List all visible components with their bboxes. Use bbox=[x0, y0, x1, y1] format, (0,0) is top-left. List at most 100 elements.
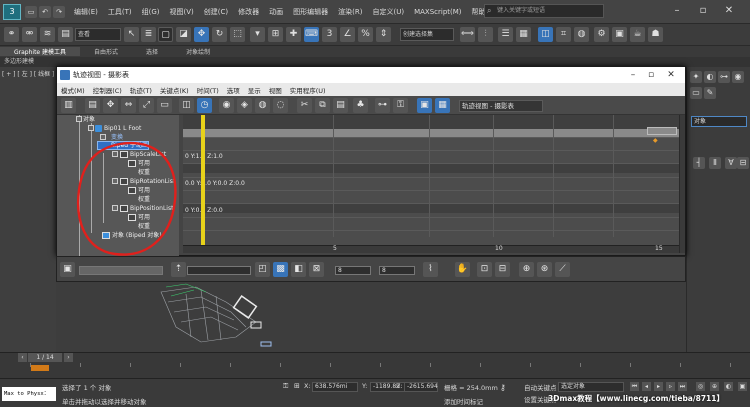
frame-counter[interactable]: 1 / 14 bbox=[28, 353, 62, 362]
link-icon[interactable]: ⚭ bbox=[4, 27, 19, 42]
lock-icon[interactable]: ⚿ bbox=[283, 382, 290, 391]
select-manipulate-icon[interactable]: ✚ bbox=[286, 27, 301, 42]
select-time-icon[interactable]: ◫ bbox=[179, 98, 194, 113]
z-coordinate-field[interactable]: -2615.694 bbox=[404, 382, 438, 392]
render-setup-icon[interactable]: ⚙ bbox=[594, 27, 609, 42]
menu-group[interactable]: 组(G) bbox=[137, 0, 165, 24]
snap-toggle-icon[interactable]: 3 bbox=[322, 27, 337, 42]
tv-menu-options[interactable]: 选项 bbox=[223, 85, 244, 95]
key-time-icon[interactable]: ⇡ bbox=[171, 262, 186, 277]
zoom-time-icon[interactable]: ⊠ bbox=[309, 262, 324, 277]
window-crossing-icon[interactable]: ◪ bbox=[176, 27, 191, 42]
zoom-selected-icon[interactable]: ▣ bbox=[60, 262, 75, 277]
time-slider-cursor[interactable] bbox=[201, 115, 205, 253]
menu-customize[interactable]: 自定义(U) bbox=[367, 0, 409, 24]
value-field-2[interactable]: 8 bbox=[379, 266, 415, 275]
pan-view-icon[interactable]: ◰ bbox=[255, 262, 270, 277]
show-keyable-icon[interactable]: ▣ bbox=[417, 98, 432, 113]
hierarchy-tab-icon[interactable]: ⊶ bbox=[718, 71, 730, 83]
zoom-extents-icon[interactable]: ▩ bbox=[273, 262, 288, 277]
modify-tab-icon[interactable]: ◐ bbox=[704, 71, 716, 83]
tree-objects[interactable]: 对象 bbox=[83, 115, 95, 124]
next-frame-icon[interactable]: › bbox=[64, 353, 73, 362]
percent-snap-icon[interactable]: % bbox=[358, 27, 373, 42]
range-bar[interactable] bbox=[183, 129, 679, 137]
add-time-tag[interactable]: 添加时间标记 bbox=[444, 396, 483, 406]
schematic-view-icon[interactable]: ⌗ bbox=[556, 27, 571, 42]
scale-keys-icon[interactable]: ⤢ bbox=[139, 98, 154, 113]
tv-menu-keys[interactable]: 关键点(K) bbox=[156, 85, 193, 95]
next-key-icon[interactable]: ▹ bbox=[666, 382, 675, 391]
ribbon-toggle-icon[interactable]: ▦ bbox=[516, 27, 531, 42]
tv-menu-tracks[interactable]: 轨迹(T) bbox=[126, 85, 156, 95]
time-ruler[interactable]: 5 10 15 bbox=[183, 245, 679, 253]
zoom-all-icon[interactable]: ⊕ bbox=[710, 382, 719, 391]
edit-ranges-icon[interactable]: ◷ bbox=[197, 98, 212, 113]
modify-subtree-icon[interactable]: ♣ bbox=[353, 98, 368, 113]
curve-tangent-icon[interactable]: ⌇ bbox=[423, 262, 438, 277]
selected-object-field[interactable] bbox=[79, 266, 163, 275]
tree-expander[interactable] bbox=[88, 125, 94, 131]
curve-editor-icon[interactable]: ◫ bbox=[538, 27, 553, 42]
tv-menu-view[interactable]: 视图 bbox=[265, 85, 286, 95]
menu-maxscript[interactable]: MAXScript(M) bbox=[409, 0, 466, 24]
tree-bip-foot[interactable]: Bip01 L Foot bbox=[104, 124, 141, 133]
key-filter-dropdown[interactable]: 选定对象 bbox=[558, 382, 624, 392]
timeline-key[interactable] bbox=[31, 365, 49, 371]
delete-time-icon[interactable]: ◉ bbox=[219, 98, 234, 113]
maxscript-listener[interactable]: Max to Physx： bbox=[2, 387, 56, 401]
filters-icon[interactable]: ▥ bbox=[61, 98, 76, 113]
auto-key-button[interactable]: 自动关键点 bbox=[524, 382, 557, 392]
layer-icon[interactable]: ▤ bbox=[58, 27, 73, 42]
motion-tab-icon[interactable]: ◉ bbox=[732, 71, 744, 83]
menu-tools[interactable]: 工具(T) bbox=[103, 0, 137, 24]
tv-menu-mode[interactable]: 模式(M) bbox=[57, 85, 89, 95]
tv-menu-controller[interactable]: 控制器(C) bbox=[89, 85, 126, 95]
wireframe-model[interactable] bbox=[156, 282, 296, 357]
snap-frames-icon[interactable]: ⊶ bbox=[375, 98, 390, 113]
tv-maximize-icon[interactable]: ▫ bbox=[641, 67, 661, 83]
undo-icon[interactable]: ↶ bbox=[39, 5, 51, 18]
x-coordinate-field[interactable]: 638.576mi bbox=[312, 382, 358, 392]
maximize-viewport-icon[interactable]: ▣ bbox=[738, 382, 747, 391]
angle-snap-icon[interactable]: ∠ bbox=[340, 27, 355, 42]
key-icon[interactable]: ⚷ bbox=[500, 383, 512, 392]
controller-view-icon[interactable]: ▦ bbox=[435, 98, 450, 113]
orbit-icon[interactable]: ◎ bbox=[696, 382, 705, 391]
tv-menu-display[interactable]: 显示 bbox=[244, 85, 265, 95]
track-view-scrollbar[interactable] bbox=[679, 115, 685, 253]
field-of-view-icon[interactable]: ◐ bbox=[724, 382, 733, 391]
tv-menu-time[interactable]: 时间(T) bbox=[193, 85, 223, 95]
layer-dropdown[interactable]: 查看 bbox=[75, 28, 121, 41]
tv-menu-utilities[interactable]: 实用程序(U) bbox=[286, 85, 330, 95]
rect-selection-icon[interactable]: ▢ bbox=[158, 27, 173, 42]
viewport-label[interactable]: [ + ] [ 左 ] [ 线框 ] bbox=[2, 69, 54, 78]
tab-freeform[interactable]: 自由形式 bbox=[80, 47, 132, 56]
maximize-icon[interactable]: ▫ bbox=[692, 2, 714, 20]
menu-rendering[interactable]: 渲染(R) bbox=[333, 0, 367, 24]
menu-views[interactable]: 视图(V) bbox=[165, 0, 199, 24]
menu-create[interactable]: 创建(C) bbox=[199, 0, 233, 24]
goto-end-icon[interactable]: ⏭ bbox=[678, 382, 687, 391]
select-move-icon[interactable]: ✥ bbox=[194, 27, 209, 42]
tab-selection[interactable]: 选择 bbox=[132, 47, 172, 56]
redo-icon[interactable]: ↷ bbox=[53, 5, 65, 18]
play-icon[interactable]: ▸ bbox=[654, 382, 663, 391]
left-viewport[interactable]: [ + ] [ 左 ] [ 线框 ] bbox=[0, 67, 56, 365]
tab-graphite[interactable]: Graphite 建模工具 bbox=[0, 47, 81, 56]
track-view-name-field[interactable]: 轨迹视图 - 摄影表 bbox=[459, 100, 543, 112]
value-field-1[interactable]: 8 bbox=[335, 266, 371, 275]
paste-icon[interactable]: ▤ bbox=[333, 98, 348, 113]
mirror-icon[interactable]: ⟺ bbox=[460, 27, 475, 42]
zoom-icon[interactable]: ⊕ bbox=[519, 262, 534, 277]
absolute-mode-icon[interactable]: ⊞ bbox=[294, 382, 303, 391]
select-by-name-icon[interactable]: ≣ bbox=[141, 27, 156, 42]
rendered-frame-icon[interactable]: ▣ bbox=[612, 27, 627, 42]
timeline[interactable]: 1 / 14 ‹ › bbox=[0, 352, 750, 378]
bind-space-warp-icon[interactable]: ≋ bbox=[40, 27, 55, 42]
menu-animation[interactable]: 动画 bbox=[264, 0, 288, 24]
menu-modifiers[interactable]: 修改器 bbox=[233, 0, 264, 24]
prev-frame-icon[interactable]: ‹ bbox=[18, 353, 27, 362]
menu-graph-editors[interactable]: 图形编辑器 bbox=[288, 0, 333, 24]
tv-minimize-icon[interactable]: – bbox=[623, 67, 643, 83]
